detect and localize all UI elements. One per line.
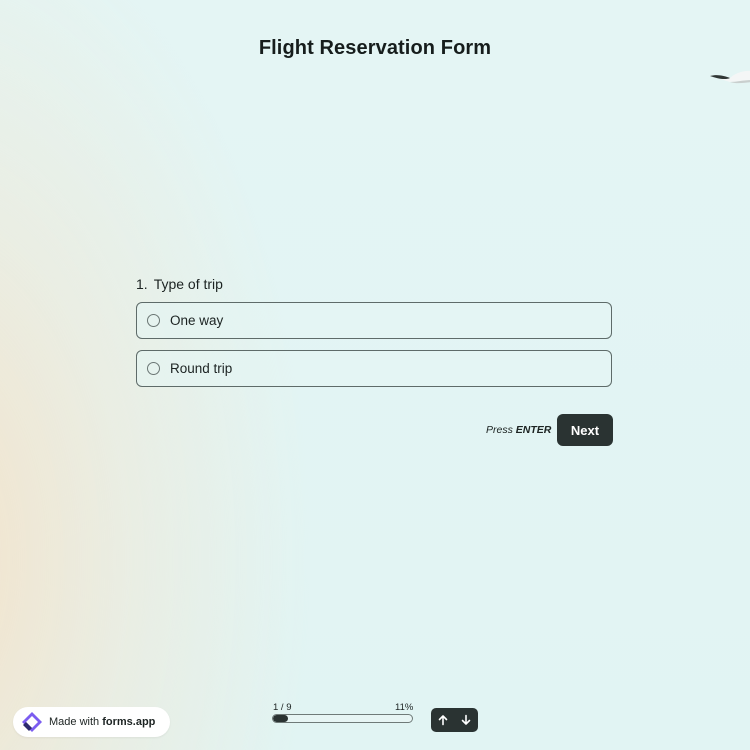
option-round-trip[interactable]: Round trip [136, 350, 612, 387]
option-label: One way [170, 313, 224, 328]
question-nav [431, 708, 478, 732]
question-text: Type of trip [153, 276, 223, 292]
badge-prefix: Made with [49, 716, 100, 728]
bird-icon [710, 70, 750, 84]
question-number: 1. [136, 276, 148, 292]
radio-circle-icon[interactable] [147, 362, 160, 375]
progress-count: 1 / 9 [273, 702, 292, 713]
option-label: Round trip [170, 361, 233, 376]
arrow-up-icon[interactable] [435, 712, 451, 728]
badge-text: Made with forms.app [49, 716, 155, 728]
press-enter-hint: Press ENTER [486, 424, 551, 436]
progress-bar [272, 714, 413, 723]
press-hint-prefix: Press [486, 424, 513, 436]
radio-circle-icon[interactable] [147, 314, 160, 327]
arrow-down-icon[interactable] [458, 712, 474, 728]
question-label: 1. Type of trip [136, 276, 223, 292]
form-title: Flight Reservation Form [258, 37, 492, 59]
progress-bar-fill [273, 715, 289, 722]
press-hint-key: ENTER [515, 424, 552, 436]
option-one-way[interactable]: One way [136, 302, 612, 339]
made-with-badge[interactable]: Made with forms.app [13, 707, 170, 737]
badge-brand: forms.app [102, 716, 156, 728]
next-button[interactable]: Next [557, 414, 613, 446]
forms-app-logo-icon [22, 712, 42, 732]
progress-percent: 11% [395, 702, 414, 713]
